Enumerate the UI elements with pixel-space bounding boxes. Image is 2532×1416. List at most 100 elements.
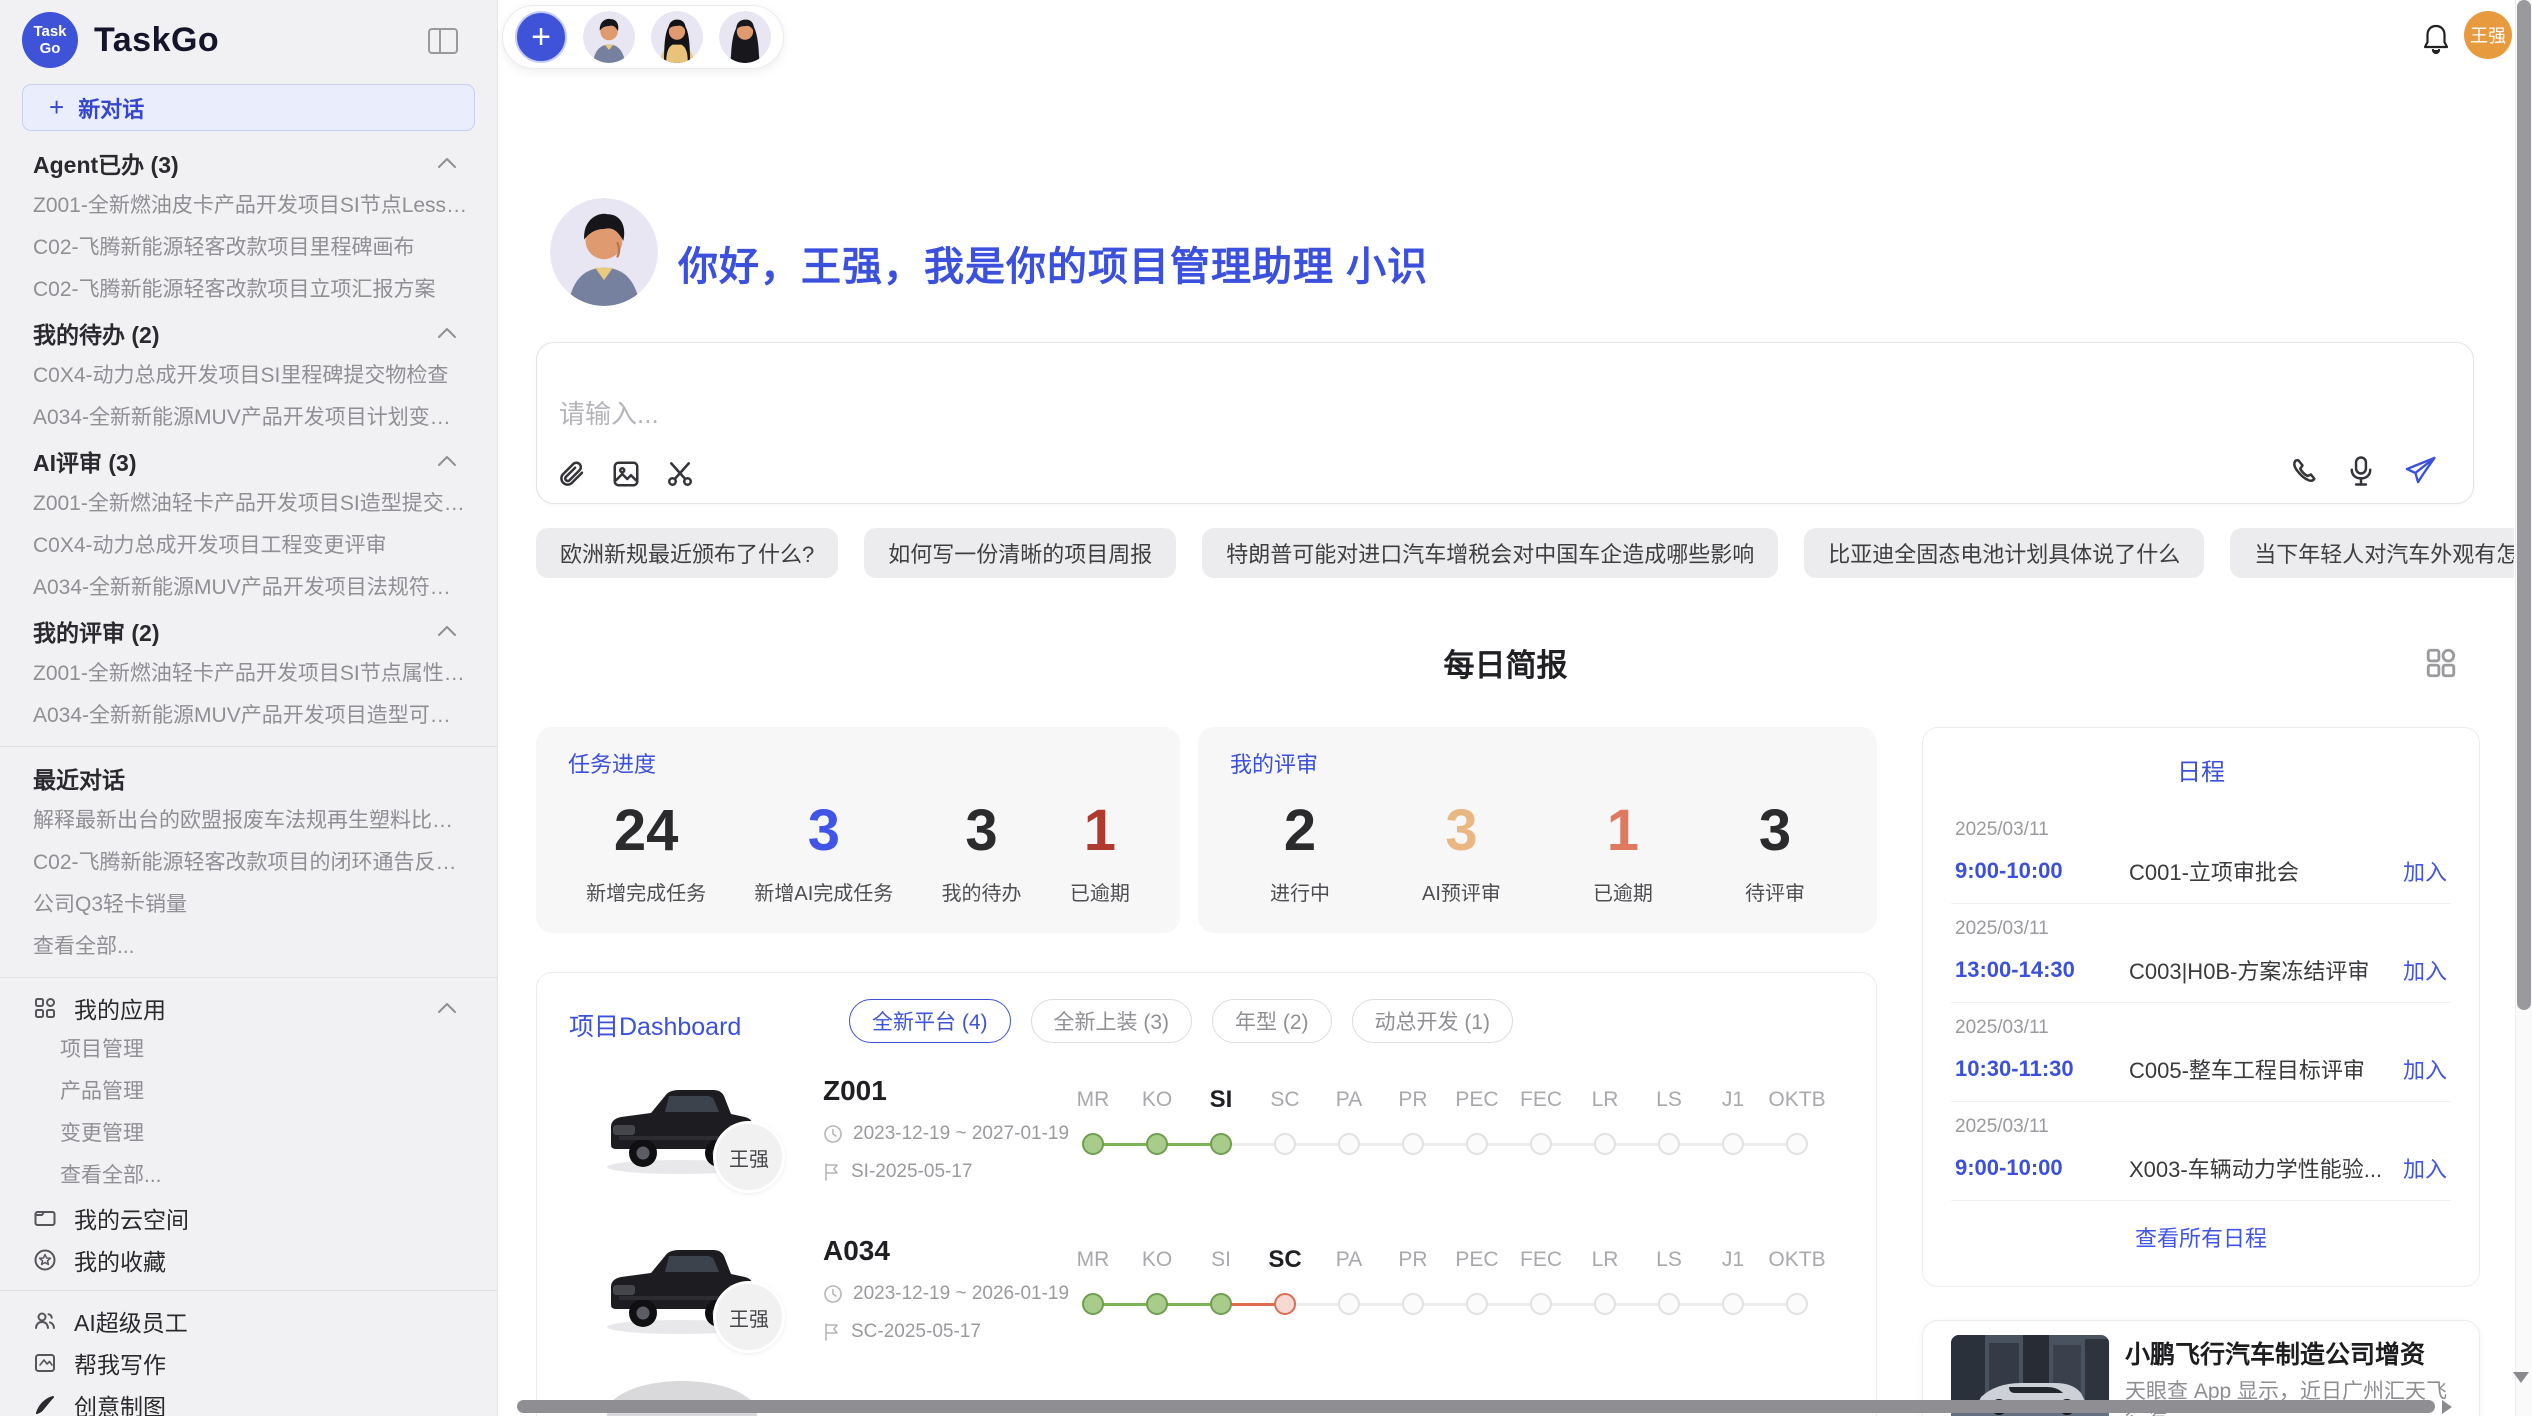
assistant-avatar: [550, 198, 658, 306]
sidebar-item-my-apps[interactable]: 我的应用: [0, 987, 497, 1029]
filter-model-year[interactable]: 年型 (2): [1212, 999, 1332, 1043]
sidebar-item[interactable]: C0X4-动力总成开发项目SI里程碑提交物检查: [0, 355, 497, 397]
milestone-dot[interactable]: [1402, 1133, 1424, 1155]
chevron-up-icon[interactable]: [437, 327, 457, 339]
milestone-dot[interactable]: [1594, 1133, 1616, 1155]
sidebar-item[interactable]: A034-全新新能源MUV产品开发项目造型可行性评审: [0, 695, 497, 737]
attachment-icon[interactable]: [557, 459, 587, 489]
join-button[interactable]: 加入: [2391, 855, 2447, 887]
avatar-icon: [719, 11, 771, 63]
chevron-up-icon[interactable]: [437, 1002, 457, 1014]
vertical-scrollbar-track[interactable]: [2515, 0, 2532, 1416]
scroll-down-arrow-icon[interactable]: [2513, 1372, 2529, 1383]
sidebar-item[interactable]: Z001-全新燃油轻卡产品开发项目SI造型提交物评审: [0, 483, 497, 525]
chevron-up-icon[interactable]: [437, 455, 457, 467]
sidebar-item-cloud-space[interactable]: 我的云空间: [0, 1197, 497, 1239]
chevron-up-icon[interactable]: [437, 625, 457, 637]
session-avatar[interactable]: [719, 11, 771, 63]
sidebar-item-ai-super-staff[interactable]: AI超级员工: [0, 1300, 497, 1342]
sidebar-item-favorites[interactable]: 我的收藏: [0, 1239, 497, 1281]
view-all-schedule-link[interactable]: 查看所有日程: [1923, 1221, 2479, 1253]
suggestion-chip[interactable]: 欧洲新规最近颁布了什么?: [536, 528, 838, 578]
new-chat-button[interactable]: + 新对话: [22, 84, 475, 131]
join-button[interactable]: 加入: [2391, 954, 2447, 986]
scissors-icon[interactable]: [665, 459, 695, 489]
milestone-dot[interactable]: [1722, 1293, 1744, 1315]
avatar-icon: [651, 11, 703, 63]
app-item-change-mgmt[interactable]: 变更管理: [0, 1113, 497, 1155]
sidebar-item-creative-drawing[interactable]: 创意制图: [0, 1384, 497, 1416]
scroll-right-arrow-icon[interactable]: [2442, 1400, 2452, 1414]
recent-chat-item[interactable]: 公司Q3轻卡销量: [0, 884, 497, 926]
group-my-review[interactable]: 我的评审 (2): [0, 609, 497, 653]
milestone-dot[interactable]: [1658, 1293, 1680, 1315]
microphone-icon[interactable]: [2347, 455, 2375, 487]
milestone-dot[interactable]: [1210, 1133, 1232, 1155]
milestone-dot[interactable]: [1786, 1293, 1808, 1315]
filter-powertrain[interactable]: 动总开发 (1): [1352, 999, 1514, 1043]
suggestion-chip[interactable]: 比亚迪全固态电池计划具体说了什么: [1804, 528, 2204, 578]
milestone-dot[interactable]: [1082, 1133, 1104, 1155]
recent-chat-item[interactable]: 解释最新出台的欧盟报废车法规再生塑料比例被调至15%...: [0, 800, 497, 842]
milestone-dot[interactable]: [1722, 1133, 1744, 1155]
milestone-dot[interactable]: [1658, 1133, 1680, 1155]
app-item-project-mgmt[interactable]: 项目管理: [0, 1029, 497, 1071]
milestone-dot[interactable]: [1338, 1293, 1360, 1315]
session-avatar[interactable]: [651, 11, 703, 63]
filter-new-body[interactable]: 全新上装 (3): [1031, 999, 1193, 1043]
project-name: A034: [823, 1235, 890, 1267]
milestone-dot[interactable]: [1466, 1133, 1488, 1155]
milestone-dot[interactable]: [1594, 1293, 1616, 1315]
vertical-scrollbar-thumb[interactable]: [2517, 0, 2531, 1010]
milestone-dot[interactable]: [1082, 1293, 1104, 1315]
sidebar-item[interactable]: C02-飞腾新能源轻客改款项目立项汇报方案: [0, 269, 497, 311]
notifications-bell-icon[interactable]: [2420, 22, 2452, 56]
group-agent-done[interactable]: Agent已办 (3): [0, 141, 497, 185]
milestone-dot[interactable]: [1530, 1133, 1552, 1155]
image-icon[interactable]: [611, 459, 641, 489]
user-avatar[interactable]: 王强: [2464, 11, 2512, 59]
chevron-up-icon[interactable]: [437, 157, 457, 169]
sidebar-item[interactable]: Z001-全新燃油轻卡产品开发项目SI节点属性5D文件评审: [0, 653, 497, 695]
group-my-todo[interactable]: 我的待办 (2): [0, 311, 497, 355]
group-ai-review[interactable]: AI评审 (3): [0, 439, 497, 483]
sidebar-item[interactable]: Z001-全新燃油皮卡产品开发项目SI节点Lesson Learn报告: [0, 185, 497, 227]
apps-view-all[interactable]: 查看全部...: [0, 1155, 497, 1197]
collapse-sidebar-icon[interactable]: [427, 26, 459, 56]
phone-call-icon[interactable]: [2289, 456, 2319, 486]
suggestion-chip[interactable]: 如何写一份清晰的项目周报: [864, 528, 1176, 578]
milestone-dot[interactable]: [1530, 1293, 1552, 1315]
sidebar-item[interactable]: A034-全新新能源MUV产品开发项目法规符合性评审: [0, 567, 497, 609]
sidebar-item[interactable]: C02-飞腾新能源轻客改款项目里程碑画布: [0, 227, 497, 269]
sidebar-item-help-me-write[interactable]: 帮我写作: [0, 1342, 497, 1384]
recent-chat-item[interactable]: C02-飞腾新能源轻客改款项目的闭环通告反馈情况: [0, 842, 497, 884]
join-button[interactable]: 加入: [2391, 1053, 2447, 1085]
milestone-dot[interactable]: [1786, 1133, 1808, 1155]
milestone-track: MR KO SI SC PA PR PEC FEC LR LS J1 OKTB: [1061, 1085, 1833, 1175]
milestone-dot[interactable]: [1402, 1293, 1424, 1315]
milestone-dot[interactable]: [1210, 1293, 1232, 1315]
milestone-dot[interactable]: [1274, 1133, 1296, 1155]
layout-grid-icon[interactable]: [2424, 646, 2458, 680]
chat-input[interactable]: [559, 399, 1959, 430]
milestone-dot[interactable]: [1146, 1133, 1168, 1155]
app-window: Task Go TaskGo + 新对话 Agent已办 (3) Z001-全新…: [0, 0, 2532, 1416]
event-date: 2025/03/11: [1955, 819, 2447, 841]
filter-all-new-platform[interactable]: 全新平台 (4): [849, 999, 1011, 1043]
milestone-dot[interactable]: [1338, 1133, 1360, 1155]
app-item-product-mgmt[interactable]: 产品管理: [0, 1071, 497, 1113]
sidebar-item[interactable]: C0X4-动力总成开发项目工程变更评审: [0, 525, 497, 567]
milestone-dot[interactable]: [1466, 1293, 1488, 1315]
project-owner-badge: 王强: [713, 1281, 785, 1353]
suggestion-chip[interactable]: 特朗普可能对进口汽车增税会对中国车企造成哪些影响: [1202, 528, 1778, 578]
session-avatar[interactable]: [583, 11, 635, 63]
recent-chats-view-all[interactable]: 查看全部...: [0, 926, 497, 968]
milestone-dot[interactable]: [1146, 1293, 1168, 1315]
add-session-button[interactable]: +: [515, 11, 567, 63]
send-icon[interactable]: [2403, 455, 2437, 487]
suggestion-chip[interactable]: 当下年轻人对汽车外观有怎样的喜好趋势: [2230, 528, 2514, 578]
join-button[interactable]: 加入: [2391, 1152, 2447, 1184]
horizontal-scrollbar-thumb[interactable]: [517, 1400, 2435, 1413]
milestone-dot-overdue[interactable]: [1274, 1293, 1296, 1315]
sidebar-item[interactable]: A034-全新新能源MUV产品开发项目计划变更表编写: [0, 397, 497, 439]
